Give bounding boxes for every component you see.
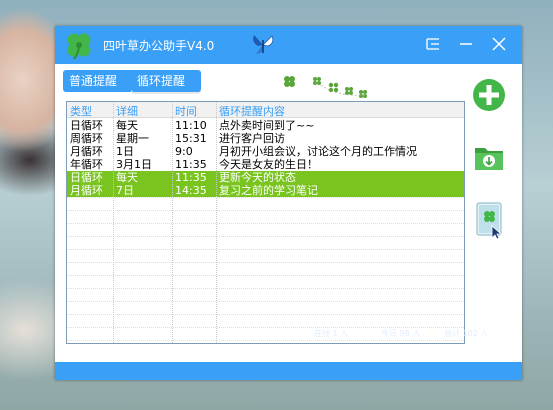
cell-content: 月初开小组会议，讨论这个月的工作情况 bbox=[219, 145, 417, 158]
cell-time: 15:31 bbox=[175, 132, 207, 145]
cell-time: 11:35 bbox=[175, 171, 207, 184]
cell-time: 14:35 bbox=[175, 184, 207, 197]
cell-content: 进行客户回访 bbox=[219, 132, 285, 145]
grid-line bbox=[67, 210, 464, 211]
column-divider bbox=[172, 102, 173, 343]
tab-normal-reminder[interactable]: 普通提醒 bbox=[63, 70, 137, 92]
table-row[interactable]: 日循环 每天 11:35 更新今天的状态 bbox=[67, 171, 464, 184]
close-icon[interactable] bbox=[489, 34, 509, 54]
grid-line bbox=[67, 223, 464, 224]
menu-icon[interactable] bbox=[423, 34, 443, 54]
grid-line bbox=[67, 314, 464, 315]
minimize-icon[interactable] bbox=[456, 34, 476, 54]
table-row[interactable]: 日循环 每天 11:10 点外卖时间到了~~ bbox=[67, 119, 464, 132]
four-leaf-clover-logo-icon bbox=[67, 33, 91, 60]
column-divider bbox=[113, 102, 114, 343]
status-online: 在线 1 人 bbox=[314, 329, 349, 338]
butterfly-icon bbox=[253, 35, 274, 54]
cell-detail: 3月1日 bbox=[116, 158, 152, 171]
status-today: 今日 98 人 bbox=[381, 329, 421, 338]
column-header-content[interactable]: 循环提醒内容 bbox=[219, 103, 285, 119]
cell-content: 更新今天的状态 bbox=[219, 171, 296, 184]
title-bar: 四叶草办公助手V4.0 bbox=[55, 26, 522, 64]
notebook-icon bbox=[476, 202, 503, 240]
grid-line bbox=[67, 197, 464, 198]
cell-type: 日循环 bbox=[70, 171, 103, 184]
plus-icon bbox=[473, 79, 505, 111]
cell-type: 月循环 bbox=[70, 184, 103, 197]
add-reminder-label: 添加提醒 bbox=[464, 116, 513, 130]
column-header-type[interactable]: 类型 bbox=[70, 103, 92, 119]
save-data-button[interactable]: 保存数据 bbox=[458, 140, 520, 193]
app-window: 四叶草办公助手V4.0 普通提醒 循环提醒 类型 详细 时间 循环提醒内容 日循… bbox=[55, 26, 522, 380]
cell-time: 11:10 bbox=[175, 119, 207, 132]
add-reminder-button[interactable]: 添加提醒 bbox=[458, 78, 520, 131]
cell-content: 点外卖时间到了~~ bbox=[219, 119, 315, 132]
cell-type: 周循环 bbox=[70, 132, 103, 145]
cell-content: 复习之前的学习笔记 bbox=[219, 184, 318, 197]
grid-line bbox=[67, 275, 464, 276]
column-header-detail[interactable]: 详细 bbox=[116, 103, 138, 119]
save-folder-icon bbox=[475, 148, 503, 170]
grid-line bbox=[67, 249, 464, 250]
save-data-label: 保存数据 bbox=[464, 178, 513, 192]
list-header: 类型 详细 时间 循环提醒内容 bbox=[67, 102, 464, 118]
cell-content: 今天是女友的生日！ bbox=[219, 158, 318, 171]
status-total: 总计 102 人 bbox=[444, 329, 489, 338]
column-header-time[interactable]: 时间 bbox=[175, 103, 197, 119]
status-bar: 在线 1 人 今日 98 人 总计 102 人 bbox=[55, 324, 522, 340]
grid-line bbox=[67, 301, 464, 302]
column-divider bbox=[216, 102, 217, 343]
notepad-label: 记事本 bbox=[470, 244, 507, 258]
clover-decoration-icon bbox=[284, 76, 368, 98]
cell-detail: 星期一 bbox=[116, 132, 149, 145]
grid-line bbox=[67, 340, 464, 341]
app-title: 四叶草办公助手V4.0 bbox=[103, 39, 215, 53]
grid-line bbox=[67, 262, 464, 263]
main-panel: 普通提醒 循环提醒 类型 详细 时间 循环提醒内容 日循环 每天 11:10 点外卖时… bbox=[55, 64, 522, 362]
table-row[interactable]: 年循环 3月1日 11:35 今天是女友的生日！ bbox=[67, 158, 464, 171]
cell-type: 月循环 bbox=[70, 145, 103, 158]
cell-detail: 1日 bbox=[116, 145, 134, 158]
cell-detail: 每天 bbox=[116, 119, 138, 132]
cell-type: 日循环 bbox=[70, 119, 103, 132]
cell-detail: 每天 bbox=[116, 171, 138, 184]
notepad-button[interactable]: 记事本 bbox=[458, 200, 520, 259]
cell-time: 11:35 bbox=[175, 158, 207, 171]
cell-detail: 7日 bbox=[116, 184, 134, 197]
reminder-list[interactable]: 类型 详细 时间 循环提醒内容 日循环 每天 11:10 点外卖时间到了~~ 周循环 星期… bbox=[66, 101, 465, 344]
grid-line bbox=[67, 288, 464, 289]
cell-time: 9:0 bbox=[175, 145, 193, 158]
table-row[interactable]: 月循环 7日 14:35 复习之前的学习笔记 bbox=[67, 184, 464, 197]
tab-loop-reminder[interactable]: 循环提醒 bbox=[131, 70, 201, 92]
cell-type: 年循环 bbox=[70, 158, 103, 171]
table-row[interactable]: 周循环 星期一 15:31 进行客户回访 bbox=[67, 132, 464, 145]
grid-line bbox=[67, 236, 464, 237]
table-row[interactable]: 月循环 1日 9:0 月初开小组会议，讨论这个月的工作情况 bbox=[67, 145, 464, 158]
